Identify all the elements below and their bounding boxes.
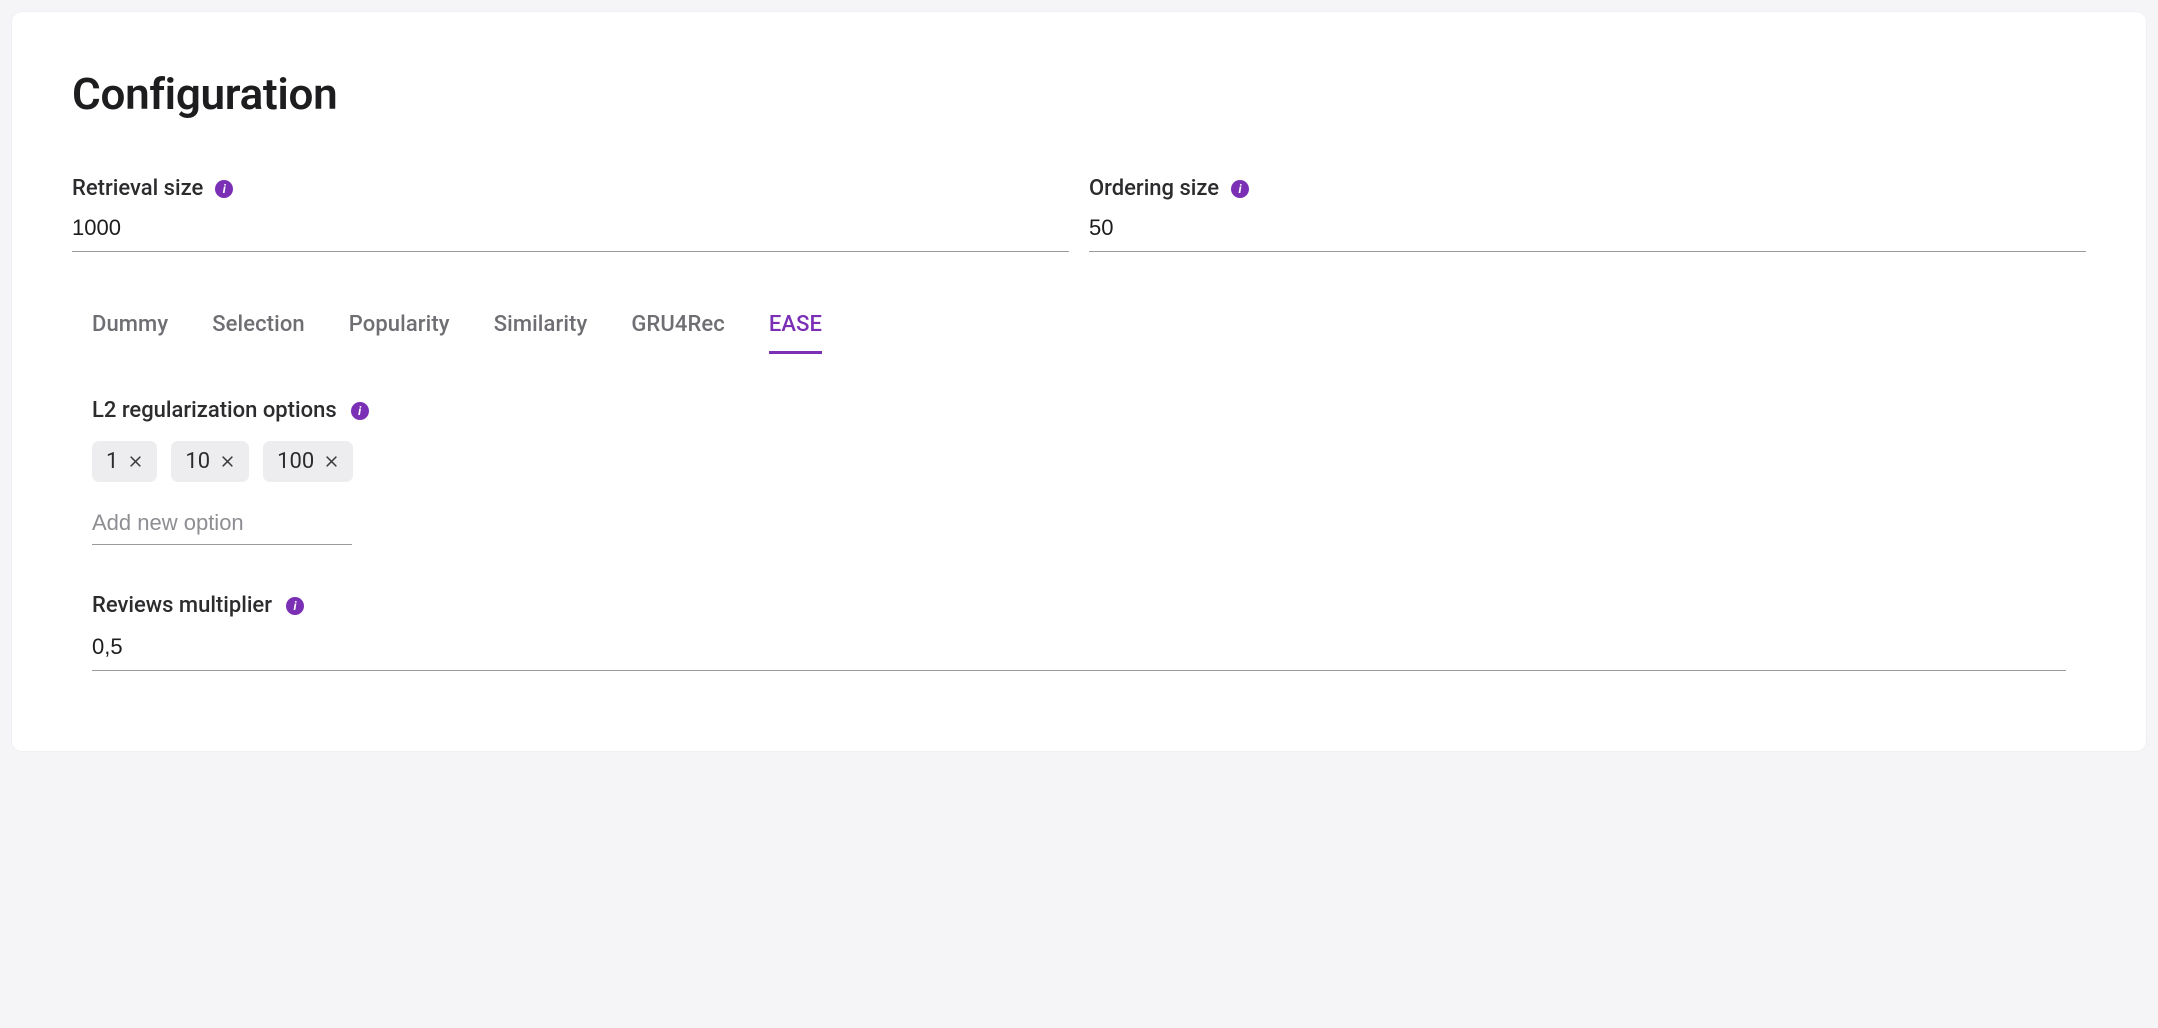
- add-option-input[interactable]: [92, 506, 352, 545]
- tabs: Dummy Selection Popularity Similarity GRU4Re…: [92, 312, 2086, 354]
- reviews-multiplier-label: Reviews multiplier: [92, 593, 272, 618]
- multiplier-header: Reviews multiplier i: [92, 593, 2086, 618]
- l2-chip: 100: [263, 441, 353, 482]
- ordering-size-input[interactable]: [1089, 209, 2086, 252]
- close-icon[interactable]: [220, 454, 235, 469]
- info-icon[interactable]: i: [351, 402, 369, 420]
- close-icon[interactable]: [128, 454, 143, 469]
- tab-similarity[interactable]: Similarity: [494, 312, 588, 354]
- ordering-label-row: Ordering size i: [1089, 176, 2086, 201]
- info-icon[interactable]: i: [215, 180, 233, 198]
- l2-label: L2 regularization options: [92, 398, 337, 423]
- chip-value: 10: [185, 449, 210, 474]
- l2-chips: 1 10 100: [92, 441, 2086, 482]
- retrieval-size-field: Retrieval size i: [72, 176, 1069, 252]
- retrieval-size-input[interactable]: [72, 209, 1069, 252]
- ordering-size-field: Ordering size i: [1089, 176, 2086, 252]
- info-icon[interactable]: i: [1231, 180, 1249, 198]
- retrieval-size-label: Retrieval size: [72, 176, 203, 201]
- tab-ease[interactable]: EASE: [769, 312, 822, 354]
- configuration-card: Configuration Retrieval size i Ordering …: [12, 12, 2146, 751]
- tab-selection[interactable]: Selection: [212, 312, 305, 354]
- tab-popularity[interactable]: Popularity: [349, 312, 450, 354]
- chip-value: 100: [277, 449, 314, 474]
- l2-chip: 1: [92, 441, 157, 482]
- chip-value: 1: [106, 449, 118, 474]
- reviews-multiplier-input[interactable]: [92, 628, 2066, 671]
- ease-section: L2 regularization options i 1 10 100 Revie…: [92, 398, 2086, 671]
- top-fields-row: Retrieval size i Ordering size i: [72, 176, 2086, 252]
- retrieval-label-row: Retrieval size i: [72, 176, 1069, 201]
- close-icon[interactable]: [324, 454, 339, 469]
- tabs-container: Dummy Selection Popularity Similarity GRU4Re…: [92, 312, 2086, 354]
- tab-gru4rec[interactable]: GRU4Rec: [631, 312, 725, 354]
- l2-chip: 10: [171, 441, 249, 482]
- ordering-size-label: Ordering size: [1089, 176, 1219, 201]
- page-title: Configuration: [72, 68, 2086, 120]
- info-icon[interactable]: i: [286, 597, 304, 615]
- l2-header: L2 regularization options i: [92, 398, 2086, 423]
- tab-dummy[interactable]: Dummy: [92, 312, 168, 354]
